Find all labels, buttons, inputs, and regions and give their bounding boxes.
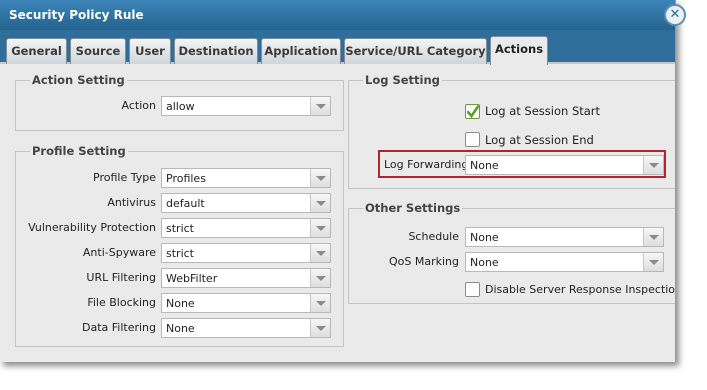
action-label: Action [121, 99, 156, 112]
chevron-down-icon[interactable] [310, 294, 330, 312]
profile-setting-title: Profile Setting [30, 144, 128, 158]
url-filtering-label: URL Filtering [86, 271, 156, 284]
qos-marking-row: QoS Marking [349, 252, 459, 272]
dialog-titlebar: Security Policy Rule [0, 0, 675, 30]
anti-spyware-label: Anti-Spyware [82, 246, 156, 259]
action-setting-group: Action Setting Action allow [15, 73, 344, 131]
anti-spyware-row: Anti-Spyware [16, 243, 156, 263]
tab-source[interactable]: Source [70, 38, 126, 64]
disable-sri-checkbox[interactable] [465, 282, 480, 297]
file-blocking-label: File Blocking [87, 296, 156, 309]
other-settings-title: Other Settings [363, 201, 463, 215]
vulnerability-protection-value: strict [166, 222, 194, 235]
file-blocking-value: None [166, 297, 195, 310]
action-value: allow [166, 100, 195, 113]
vulnerability-protection-label: Vulnerability Protection [28, 221, 156, 234]
chevron-down-icon[interactable] [310, 194, 330, 212]
vulnerability-protection-select[interactable]: strict [161, 218, 331, 238]
tab-general[interactable]: General [6, 38, 67, 64]
chevron-down-icon[interactable] [643, 253, 663, 271]
schedule-row: Schedule [349, 227, 459, 247]
antivirus-select[interactable]: default [161, 193, 331, 213]
profile-type-value: Profiles [166, 172, 206, 185]
tab-actions[interactable]: Actions [490, 36, 548, 65]
url-filtering-select[interactable]: WebFilter [161, 268, 331, 288]
chevron-down-icon[interactable] [643, 228, 663, 246]
close-icon[interactable]: ✕ [664, 4, 686, 26]
antivirus-value: default [166, 197, 205, 210]
profile-setting-group: Profile Setting Profile Type Profiles An… [15, 144, 344, 347]
anti-spyware-select[interactable]: strict [161, 243, 331, 263]
antivirus-label: Antivirus [107, 196, 156, 209]
profile-type-row: Profile Type [16, 168, 156, 188]
profile-type-select[interactable]: Profiles [161, 168, 331, 188]
log-session-start-checkbox[interactable] [465, 104, 480, 119]
checkmark-icon [467, 105, 479, 118]
profile-type-label: Profile Type [93, 171, 156, 184]
url-filtering-value: WebFilter [166, 272, 218, 285]
vulnerability-protection-row: Vulnerability Protection [16, 218, 156, 238]
tab-bar: General Source User Destination Applicat… [0, 30, 675, 65]
data-filtering-label: Data Filtering [81, 321, 156, 334]
chevron-down-icon[interactable] [310, 269, 330, 287]
tab-user[interactable]: User [129, 38, 171, 64]
chevron-down-icon[interactable] [310, 219, 330, 237]
schedule-select[interactable]: None [465, 227, 664, 247]
action-setting-title: Action Setting [30, 73, 127, 87]
log-session-start-label: Log at Session Start [485, 104, 601, 118]
disable-sri-label: Disable Server Response Inspection [485, 283, 676, 296]
antivirus-row: Antivirus [16, 193, 156, 213]
security-policy-rule-dialog: Security Policy Rule General Source User… [0, 0, 676, 362]
chevron-down-icon[interactable] [310, 319, 330, 337]
chevron-down-icon[interactable] [310, 97, 330, 115]
action-select[interactable]: allow [161, 96, 331, 116]
data-filtering-row: Data Filtering [16, 318, 156, 338]
qos-marking-select[interactable]: None [465, 252, 664, 272]
qos-marking-value: None [470, 256, 499, 269]
schedule-value: None [470, 231, 499, 244]
tab-application[interactable]: Application [261, 38, 341, 64]
qos-marking-label: QoS Marking [388, 255, 459, 268]
file-blocking-row: File Blocking [16, 293, 156, 313]
tab-destination[interactable]: Destination [174, 38, 258, 64]
url-filtering-row: URL Filtering [16, 268, 156, 288]
chevron-down-icon[interactable] [310, 169, 330, 187]
data-filtering-value: None [166, 322, 195, 335]
tab-service-url-category[interactable]: Service/URL Category [344, 38, 487, 64]
schedule-label: Schedule [408, 230, 459, 243]
log-setting-title: Log Setting [363, 73, 442, 87]
other-settings-group: Other Settings Schedule None QoS Marking… [348, 201, 676, 304]
dialog-title: Security Policy Rule [9, 8, 144, 22]
data-filtering-select[interactable]: None [161, 318, 331, 338]
file-blocking-select[interactable]: None [161, 293, 331, 313]
log-session-end-checkbox[interactable] [465, 132, 480, 147]
action-row: Action [16, 96, 156, 116]
log-session-end-label: Log at Session End [485, 133, 594, 147]
anti-spyware-value: strict [166, 247, 194, 260]
log-forwarding-highlight [378, 150, 666, 178]
chevron-down-icon[interactable] [310, 244, 330, 262]
